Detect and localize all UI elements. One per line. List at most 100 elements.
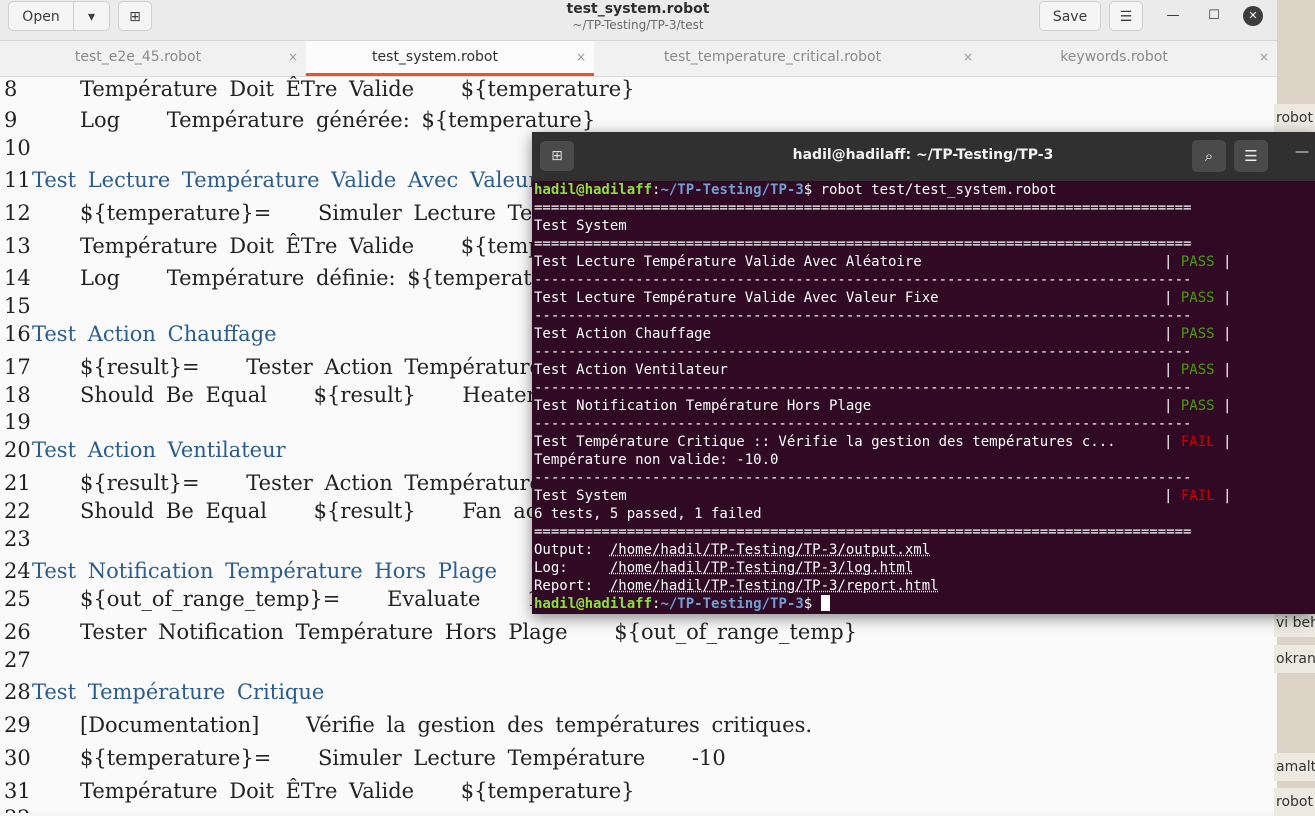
result-row: Test Lecture Température Valide Avec Val… xyxy=(534,290,1232,306)
line-number: 19 xyxy=(4,410,31,434)
log-path-row: Log: /home/hadil/TP-Testing/TP-3/log.htm… xyxy=(534,559,913,577)
open-dropdown-icon[interactable]: ▾ xyxy=(74,1,110,31)
line-number: 12 xyxy=(4,201,31,225)
line-number: 23 xyxy=(4,527,31,551)
open-button[interactable]: Open xyxy=(8,1,74,31)
suite-stats: 6 tests, 5 passed, 1 failed xyxy=(534,506,762,522)
terminal-title: hadil@hadilaff: ~/TP-Testing/TP-3 xyxy=(792,147,1054,163)
window-subtitle: ~/TP-Testing/TP-3/test xyxy=(572,18,704,32)
tab-close-icon[interactable]: × xyxy=(1259,41,1269,74)
editor-headerbar: Open ▾ ⊞ test_system.robot ~/TP-Testing/… xyxy=(0,0,1277,41)
tab-bar: test_e2e_45.robot × test_system.robot × … xyxy=(0,41,1277,77)
line-text: Log Température générée: ${temperature} xyxy=(80,108,596,132)
line-number: 10 xyxy=(4,136,31,160)
search-icon[interactable]: ⌕ xyxy=(1192,140,1226,172)
report-html-link[interactable]: /home/hadil/TP-Testing/TP-3/report.html xyxy=(610,578,939,594)
output-label: Output: xyxy=(534,542,610,558)
separator-double: ========================================… xyxy=(534,200,1192,216)
terminal-output[interactable]: hadil@hadilaff:~/TP-Testing/TP-3$ robot … xyxy=(534,181,1315,614)
active-tab-indicator xyxy=(306,73,594,76)
terminal-headerbar: ⊞ hadil@hadilaff: ~/TP-Testing/TP-3 ⌕ ☰ … xyxy=(532,132,1315,181)
line-number: 31 xyxy=(4,779,31,803)
separator-double: ========================================… xyxy=(534,524,1192,540)
test-case-name: Test Notification Température Hors Plage xyxy=(32,559,498,583)
log-label: Log: xyxy=(534,560,610,576)
test-name: Test Notification Température Hors Plage xyxy=(534,398,872,414)
tab-test-temperature-critical[interactable]: test_temperature_critical.robot × xyxy=(594,41,981,76)
maximize-icon[interactable]: ☐ xyxy=(1204,6,1224,26)
line-text: ${result}= Tester Action Température xyxy=(80,355,542,379)
line-number: 22 xyxy=(4,499,31,523)
tab-label: keywords.robot xyxy=(1060,49,1168,65)
tab-close-icon[interactable]: × xyxy=(576,41,586,74)
line-number: 8 xyxy=(4,77,18,101)
output-path-row: Output: /home/hadil/TP-Testing/TP-3/outp… xyxy=(534,541,930,559)
line-number: 17 xyxy=(4,355,31,379)
close-icon[interactable]: ✕ xyxy=(1243,6,1263,26)
line-number: 13 xyxy=(4,234,31,258)
line-number: 30 xyxy=(4,746,31,770)
separator-single: ----------------------------------------… xyxy=(534,470,1192,486)
background-chat-chip[interactable]: okran xyxy=(1274,645,1315,673)
separator-single: ----------------------------------------… xyxy=(534,380,1192,396)
output-xml-link[interactable]: /home/hadil/TP-Testing/TP-3/output.xml xyxy=(610,542,930,558)
status-pass: PASS xyxy=(1180,254,1215,270)
hamburger-menu-icon[interactable]: ☰ xyxy=(1109,1,1143,31)
tab-keywords[interactable]: keywords.robot × xyxy=(981,41,1277,76)
save-button[interactable]: Save xyxy=(1039,1,1101,31)
line-number: 26 xyxy=(4,620,31,644)
line-number: 15 xyxy=(4,294,31,318)
new-tab-icon[interactable]: ⊞ xyxy=(540,141,574,171)
command-line: hadil@hadilaff:~/TP-Testing/TP-3$ robot … xyxy=(534,182,1057,198)
separator-single: ----------------------------------------… xyxy=(534,344,1192,360)
result-row: Test Lecture Température Valide Avec Alé… xyxy=(534,254,1232,270)
line-text: ${out_of_range_temp}= Evaluate 120 xyxy=(80,587,568,611)
status-fail: FAIL xyxy=(1180,488,1215,504)
hamburger-menu-icon[interactable]: ☰ xyxy=(1234,140,1268,172)
prompt-path: ~/TP-Testing/TP-3 xyxy=(660,182,804,198)
line-text: ${result}= Tester Action Température xyxy=(80,471,542,495)
tab-test-e2e-45[interactable]: test_e2e_45.robot × xyxy=(0,41,306,76)
line-number: 32 xyxy=(4,806,31,813)
log-html-link[interactable]: /home/hadil/TP-Testing/TP-3/log.html xyxy=(610,560,913,576)
failure-message: Température non valide: -10.0 xyxy=(534,452,779,468)
prompt-path: ~/TP-Testing/TP-3 xyxy=(660,596,804,612)
test-name: Test Température Critique :: Vérifie la … xyxy=(534,434,1116,450)
prompt-line[interactable]: hadil@hadilaff:~/TP-Testing/TP-3$ xyxy=(534,595,830,613)
command-text: $ robot test/test_system.robot xyxy=(803,182,1057,198)
tab-test-system[interactable]: test_system.robot × xyxy=(306,41,594,76)
status-pass: PASS xyxy=(1180,362,1215,378)
prompt-symbol: $ xyxy=(803,596,821,612)
line-text: [Documentation] Vérifie la gestion des t… xyxy=(80,713,813,737)
line-number: 27 xyxy=(4,648,31,672)
test-name: Test Lecture Température Valide Avec Alé… xyxy=(534,254,922,270)
new-tab-icon[interactable]: ⊞ xyxy=(118,1,152,31)
line-number: 11 xyxy=(4,168,31,192)
test-name: Test Action Ventilateur xyxy=(534,362,728,378)
tab-close-icon[interactable]: × xyxy=(963,41,973,74)
line-number: 20 xyxy=(4,438,31,462)
background-chat-chip[interactable]: robot xyxy=(1274,788,1315,816)
minimize-icon[interactable]: — xyxy=(1163,6,1183,26)
line-number: 21 xyxy=(4,471,31,495)
background-chat-chip[interactable]: robot xyxy=(1274,104,1315,132)
prompt-user: hadil@hadilaff xyxy=(534,182,653,198)
line-text: Température Doit ÊTre Valide ${temperatu… xyxy=(80,77,635,101)
test-name: Test Action Chauffage xyxy=(534,326,712,342)
tab-label: test_temperature_critical.robot xyxy=(663,49,882,65)
report-path-row: Report: /home/hadil/TP-Testing/TP-3/repo… xyxy=(534,577,939,595)
tab-label: test_e2e_45.robot xyxy=(74,49,202,65)
line-number: 18 xyxy=(4,383,31,407)
line-text: ${temperature}= Simuler Lecture Températ… xyxy=(80,746,726,770)
tab-close-icon[interactable]: × xyxy=(288,41,298,74)
result-row: Test Action Ventilateur | PASS | xyxy=(534,362,1232,378)
status-fail: FAIL xyxy=(1180,434,1215,450)
line-number: 24 xyxy=(4,559,31,583)
result-row: Test Notification Température Hors Plage… xyxy=(534,398,1232,414)
terminal-window[interactable]: ⊞ hadil@hadilaff: ~/TP-Testing/TP-3 ⌕ ☰ … xyxy=(532,132,1315,614)
minimize-icon[interactable]: — xyxy=(1292,144,1312,160)
window-title: test_system.robot xyxy=(566,1,710,17)
background-chat-chip[interactable]: amalt xyxy=(1274,753,1315,781)
test-case-name: Test Action Chauffage xyxy=(32,322,277,346)
test-name: Test Lecture Température Valide Avec Val… xyxy=(534,290,939,306)
